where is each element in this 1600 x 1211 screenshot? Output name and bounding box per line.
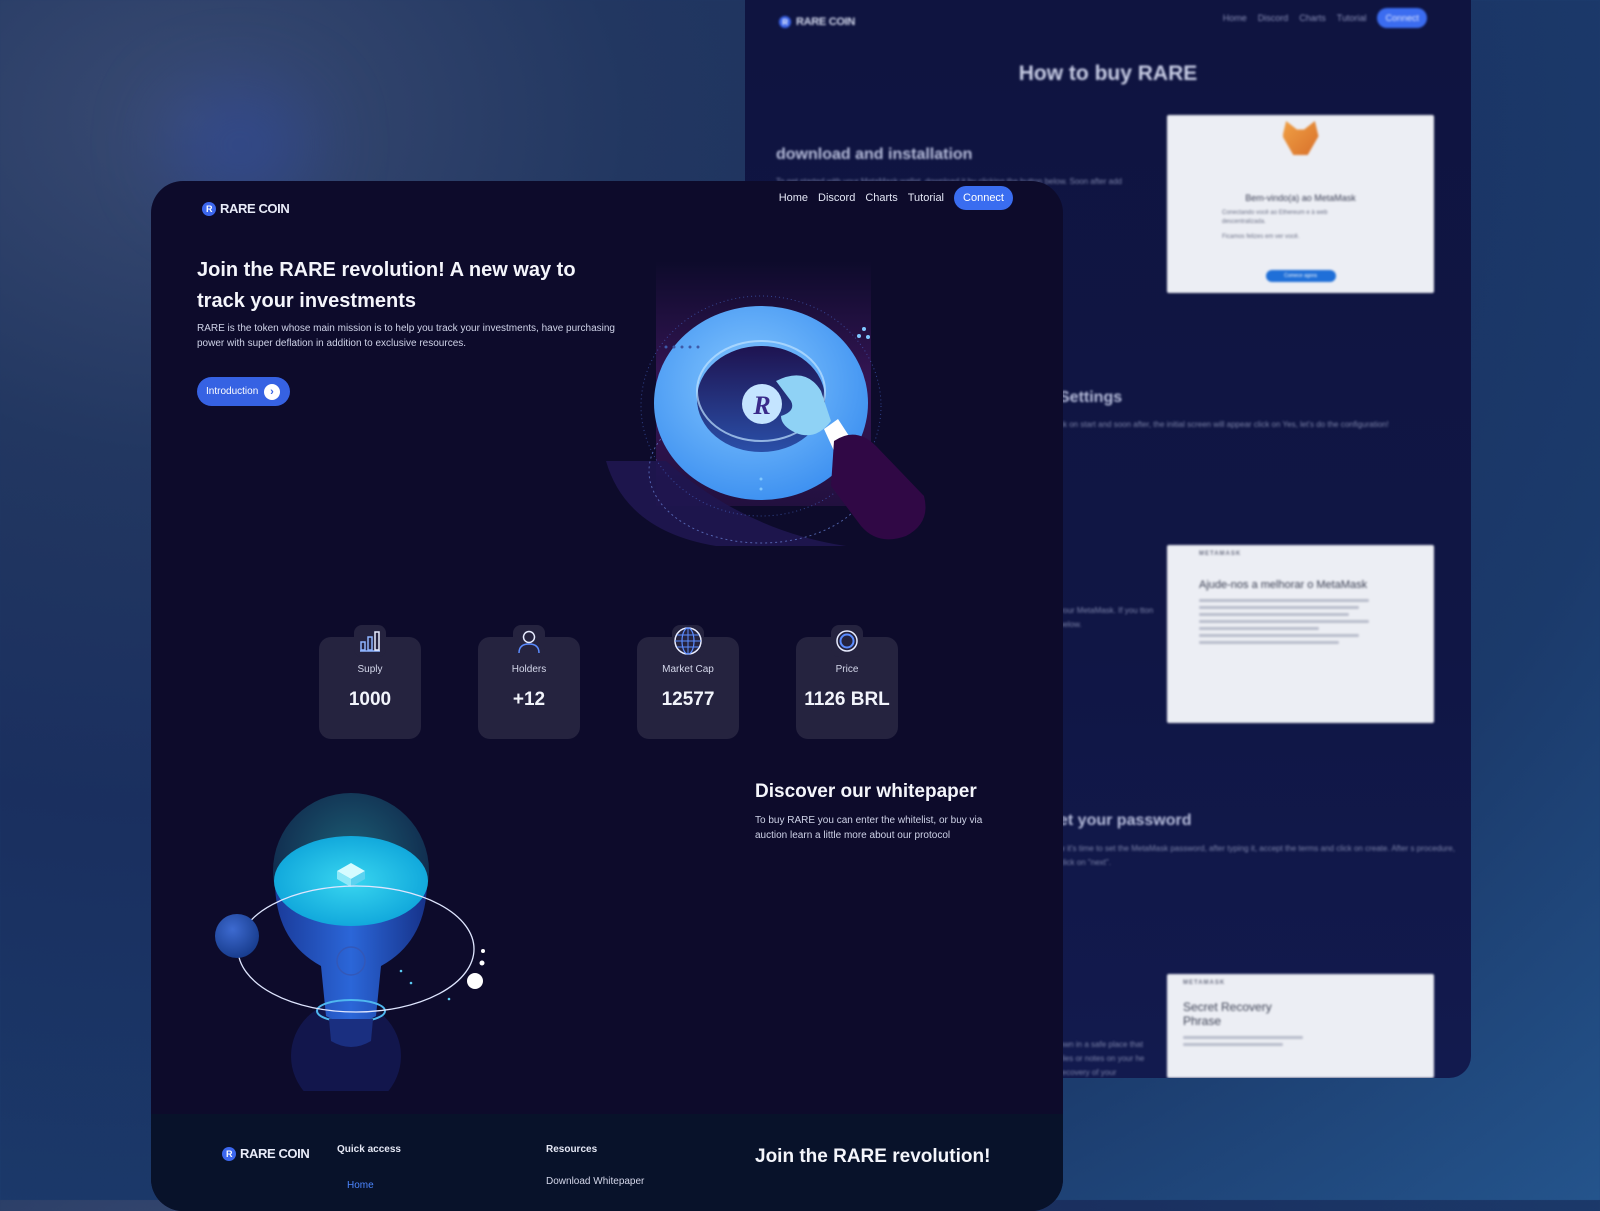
footer-link-home[interactable]: Home (347, 1180, 374, 1191)
tutorial-nav-discord[interactable]: Discord (1258, 13, 1289, 23)
tutorial-title: How to buy RARE (1018, 62, 1198, 85)
screenshot-brand: METAMASK (1183, 980, 1226, 986)
nav-home[interactable]: Home (779, 192, 808, 204)
tutorial-nav-charts[interactable]: Charts (1299, 13, 1326, 23)
globe-icon (672, 625, 704, 657)
user-icon (513, 625, 545, 657)
bar-chart-icon (354, 625, 386, 657)
section-text: w it's time to set the MetaMask password… (1059, 844, 1455, 867)
introduction-label: Introduction (206, 386, 259, 397)
footer-logo[interactable]: R RARE COIN (222, 1146, 310, 1161)
footer-link-download-whitepaper[interactable]: Download Whitepaper (546, 1176, 644, 1187)
stat-label: Holders (511, 664, 547, 675)
screenshot-button: Comece agora (1265, 270, 1336, 282)
nav-discord[interactable]: Discord (818, 192, 855, 204)
stat-value: 12577 (661, 689, 715, 710)
screenshot-title: Ajude-nos a melhorar o MetaMask (1199, 579, 1368, 591)
coin-letter: R (752, 391, 770, 420)
connect-button[interactable]: Connect (954, 186, 1013, 210)
hero-title: Join the RARE revolution! A new way to t… (197, 259, 576, 312)
stat-value: 1000 (348, 689, 392, 710)
screenshot-brand: METAMASK (1199, 551, 1242, 557)
stat-value: +12 (512, 689, 546, 710)
logo-text: RARE COIN (220, 201, 290, 216)
nav-tutorial[interactable]: Tutorial (908, 192, 944, 204)
screenshot-title: Bem-vindo(a) ao MetaMask (1245, 193, 1356, 203)
metamask-recovery-screenshot: METAMASK Secret Recovery Phrase (1167, 974, 1434, 1078)
tutorial-logo-text: RARE COIN (796, 16, 856, 28)
coin-hand-illustration: R (606, 261, 926, 546)
stat-value: 1126 BRL (804, 689, 890, 710)
coin-logo-icon: R (779, 16, 791, 28)
section-heading: et your password (1059, 812, 1192, 829)
section-text: ck on start and soon after, the initial … (1059, 420, 1389, 429)
stat-card-holders: Holders +12 (478, 625, 580, 739)
section-text: own in a safe place that files or notes … (1059, 1040, 1145, 1077)
tutorial-nav-home[interactable]: Home (1223, 13, 1247, 23)
stat-label: Suply (357, 664, 383, 675)
section-heading: download and installation (776, 146, 973, 163)
footer: R RARE COIN Quick access Home Resources … (151, 1114, 1063, 1211)
screenshot-text: Ficamos felizes em ver você. (1222, 234, 1300, 240)
whitepaper-title: Discover our whitepaper (755, 781, 977, 802)
footer-resources-title: Resources (546, 1144, 598, 1155)
metamask-fox-icon (1282, 121, 1319, 155)
metamask-improve-screenshot: METAMASK Ajude-nos a melhorar o MetaMask (1167, 545, 1434, 723)
tutorial-nav-tutorial[interactable]: Tutorial (1337, 13, 1367, 23)
section-text: your MetaMask. If you tton below. (1059, 606, 1154, 629)
nav-charts[interactable]: Charts (865, 192, 897, 204)
coin-logo-icon: R (222, 1146, 236, 1161)
screenshot-text: Conectando você ao Ethereum e à web desc… (1222, 210, 1328, 225)
footer-quick-access-title: Quick access (337, 1144, 401, 1155)
stat-card-price: Price 1126 BRL (796, 625, 898, 739)
stat-card-supply: Suply 1000 (319, 625, 421, 739)
footer-cta-title: Join the RARE revolution! (755, 1146, 991, 1167)
hero-description: RARE is the token whose main mission is … (197, 323, 615, 349)
tutorial-logo: R RARE COIN (779, 16, 855, 28)
screenshot-text-lines (1199, 599, 1434, 644)
tutorial-nav: Home Discord Charts Tutorial Connect (1223, 8, 1427, 28)
whitepaper-description: To buy RARE you can enter the whitelist,… (755, 815, 983, 841)
section-heading: Settings (1059, 389, 1123, 406)
lightbulb-illustration (215, 793, 485, 1091)
main-nav: Home Discord Charts Tutorial Connect (779, 186, 1013, 210)
introduction-button[interactable]: Introduction › (197, 377, 290, 406)
coin-logo-icon: R (202, 201, 216, 216)
stat-card-market-cap: Market Cap 12577 (637, 625, 739, 739)
landing-page: R RARE COIN Home Discord Charts Tutorial… (151, 181, 1063, 1211)
chevron-right-icon: › (264, 384, 280, 400)
metamask-welcome-screenshot: Bem-vindo(a) ao MetaMask Conectando você… (1167, 115, 1434, 293)
stat-label: Market Cap (662, 664, 714, 675)
screenshot-title: Secret Recovery Phrase (1183, 1000, 1272, 1028)
coin-icon (831, 625, 863, 657)
tutorial-connect-button[interactable]: Connect (1377, 8, 1427, 28)
footer-logo-text: RARE COIN (240, 1146, 310, 1161)
logo[interactable]: R RARE COIN (202, 201, 290, 216)
stat-label: Price (835, 664, 859, 675)
